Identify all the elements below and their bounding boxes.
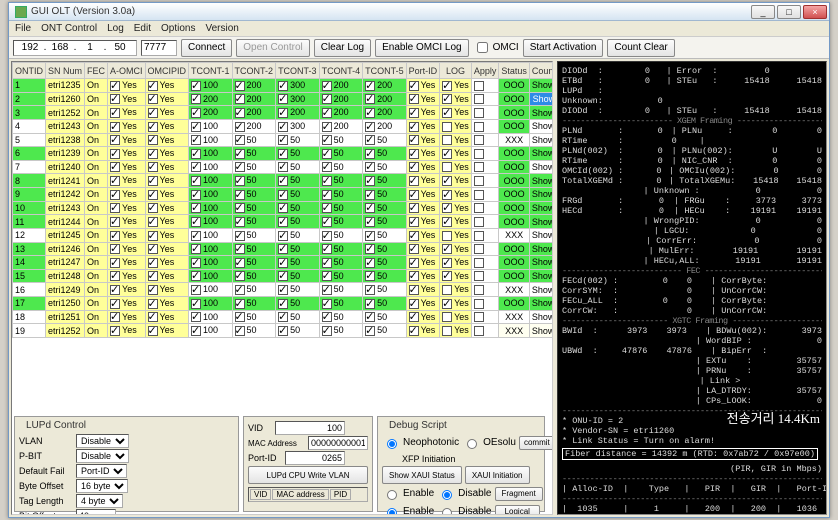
- table-row[interactable]: 17etri1250OnYesYes10050505050YesYesOOOSh…: [13, 297, 554, 311]
- toolbar: 192. 168. 1. 50 Connect Open Control Cle…: [9, 37, 829, 59]
- menu-edit[interactable]: Edit: [134, 23, 151, 34]
- window-title: GUI OLT (Version 3.0a): [31, 6, 135, 17]
- col-header[interactable]: Port-ID: [406, 63, 440, 79]
- fragment-button[interactable]: Fragment: [495, 487, 543, 501]
- vlan-select[interactable]: Disable: [76, 434, 129, 448]
- table-row[interactable]: 1etri1235OnYesYes100200300200200YesYesOO…: [13, 79, 554, 93]
- col-header[interactable]: Apply: [471, 63, 499, 79]
- terminal-panel[interactable]: DIODd : 0| Error : 0 ETBd : 0| STEu : 15…: [557, 61, 827, 515]
- ont-grid[interactable]: ONTIDSN NumFECA-OMCIOMCIPIDTCONT-1TCONT-…: [11, 61, 553, 515]
- col-header[interactable]: SN Num: [46, 63, 85, 79]
- table-row[interactable]: 7etri1240OnYesYes10050505050YesYesOOOSho…: [13, 160, 554, 174]
- taglen-select[interactable]: 4 byte: [76, 494, 123, 508]
- count-clear-button[interactable]: Count Clear: [607, 39, 674, 57]
- table-row[interactable]: 15etri1248OnYesYes10050505050YesYesOOOSh…: [13, 269, 554, 283]
- port-id-input[interactable]: [285, 451, 345, 465]
- table-row[interactable]: 12etri1245OnYesYes10050505050YesYesXXXSh…: [13, 228, 554, 242]
- bitoff-input[interactable]: [76, 509, 116, 515]
- table-row[interactable]: 13etri1246OnYesYes10050505050YesYesOOOSh…: [13, 242, 554, 256]
- table-row[interactable]: 11etri1244OnYesYes10050505050YesYesOOOSh…: [13, 215, 554, 229]
- ip-input[interactable]: 192. 168. 1. 50: [13, 40, 137, 56]
- table-row[interactable]: 5etri1238OnYesYes10050505050YesYesXXXSho…: [13, 133, 554, 147]
- close-button[interactable]: ×: [803, 5, 827, 19]
- col-header[interactable]: TCONT-3: [276, 63, 320, 79]
- omci-checkbox[interactable]: OMCI: [473, 39, 519, 56]
- neophotonic-radio[interactable]: [387, 437, 397, 451]
- commit-button[interactable]: commit: [519, 436, 553, 450]
- col-header[interactable]: Status: [499, 63, 530, 79]
- lupd-write-button[interactable]: LUPd CPU Write VLAN: [248, 466, 368, 484]
- enable-radio-1[interactable]: [387, 488, 397, 502]
- col-header[interactable]: A-OMCI: [108, 63, 146, 79]
- minimize-button[interactable]: _: [751, 5, 775, 19]
- pbit-select[interactable]: Disable: [76, 449, 129, 463]
- menu-log[interactable]: Log: [107, 23, 124, 34]
- lupd-right-panel: VID MAC Address Port-ID LUPd CPU Write V…: [243, 416, 373, 512]
- fiber-distance-highlight: Fiber distance = 14392 m (RTD: 0x7ab72 /…: [562, 448, 818, 460]
- open-control-button[interactable]: Open Control: [236, 39, 309, 57]
- byteoff-select[interactable]: 16 byte: [76, 479, 128, 493]
- table-row[interactable]: 19etri1252OnYesYes10050505050YesYesXXXSh…: [13, 324, 554, 338]
- table-row[interactable]: 16etri1249OnYesYes10050505050YesYesXXXSh…: [13, 283, 554, 297]
- enable-omci-log-button[interactable]: Enable OMCI Log: [375, 39, 469, 57]
- disable-radio-2[interactable]: [442, 506, 452, 515]
- deffail-select[interactable]: Port-ID: [76, 464, 127, 478]
- col-header[interactable]: FEC: [85, 63, 108, 79]
- oesolu-radio[interactable]: [467, 437, 477, 451]
- col-header[interactable]: Count: [529, 63, 553, 79]
- bottom-panels: EC ON 4086 Reset LUPd Control VLANDisabl…: [12, 414, 553, 514]
- col-header[interactable]: TCONT-5: [363, 63, 407, 79]
- clear-log-button[interactable]: Clear Log: [314, 39, 371, 57]
- xaui-init-button[interactable]: XAUI Initiation: [465, 466, 530, 484]
- enable-radio-2[interactable]: [387, 506, 397, 515]
- tab-pid[interactable]: PID: [330, 489, 351, 500]
- col-header[interactable]: OMCIPID: [145, 63, 189, 79]
- titlebar[interactable]: GUI OLT (Version 3.0a) _ □ ×: [9, 3, 829, 21]
- table-row[interactable]: 4etri1243OnYesYes100200300200200YesYesOO…: [13, 119, 554, 133]
- lupd-panel: LUPd Control VLANDisable P-BITDisable De…: [14, 416, 239, 512]
- distance-overlay: 전송거리 14.4Km: [727, 414, 820, 424]
- main-window: GUI OLT (Version 3.0a) _ □ × File ONT Co…: [8, 2, 830, 518]
- menu-file[interactable]: File: [15, 23, 31, 34]
- mac-input[interactable]: [308, 436, 368, 450]
- connect-button[interactable]: Connect: [181, 39, 232, 57]
- maximize-button[interactable]: □: [777, 5, 801, 19]
- xfp-initiation-label: XFP Initiation: [402, 454, 540, 464]
- tab-mac[interactable]: MAC address: [272, 489, 328, 500]
- table-row[interactable]: 10etri1243OnYesYes10050505050YesYesOOOSh…: [13, 201, 554, 215]
- col-header[interactable]: TCONT-2: [232, 63, 276, 79]
- col-header[interactable]: LOG: [440, 63, 472, 79]
- disable-radio-1[interactable]: [442, 488, 452, 502]
- table-row[interactable]: 6etri1239OnYesYes10050505050YesYesOOOSho…: [13, 147, 554, 161]
- show-xaui-button[interactable]: Show XAUI Status: [382, 466, 462, 484]
- table-row[interactable]: 3etri1252OnYesYes200200200200200YesYesOO…: [13, 106, 554, 120]
- col-header[interactable]: TCONT-1: [189, 63, 233, 79]
- table-row[interactable]: 2etri1260OnYesYes200200300200200YesYesOO…: [13, 92, 554, 106]
- table-row[interactable]: 18etri1251OnYesYes10050505050YesYesXXXSh…: [13, 310, 554, 324]
- vid-input[interactable]: [275, 421, 345, 435]
- app-icon: [15, 6, 27, 18]
- start-activation-button[interactable]: Start Activation: [523, 39, 604, 57]
- table-row[interactable]: 8etri1241OnYesYes10050505050YesYesOOOSho…: [13, 174, 554, 188]
- col-header[interactable]: TCONT-4: [319, 63, 363, 79]
- menu-version[interactable]: Version: [205, 23, 238, 34]
- tab-vid[interactable]: VID: [250, 489, 271, 500]
- col-header[interactable]: ONTID: [13, 63, 46, 79]
- table-row[interactable]: 14etri1247OnYesYes10050505050YesYesOOOSh…: [13, 256, 554, 270]
- port-input[interactable]: [141, 40, 177, 56]
- menubar: File ONT Control Log Edit Options Versio…: [9, 21, 829, 37]
- menu-ont-control[interactable]: ONT Control: [41, 23, 97, 34]
- menu-options[interactable]: Options: [161, 23, 195, 34]
- debug-panel: Debug Script Neophotonic OEsolu commit X…: [377, 416, 545, 512]
- table-row[interactable]: 9etri1242OnYesYes10050505050YesYesOOOSho…: [13, 188, 554, 202]
- logical-reach-button[interactable]: Logical reach: [495, 505, 541, 516]
